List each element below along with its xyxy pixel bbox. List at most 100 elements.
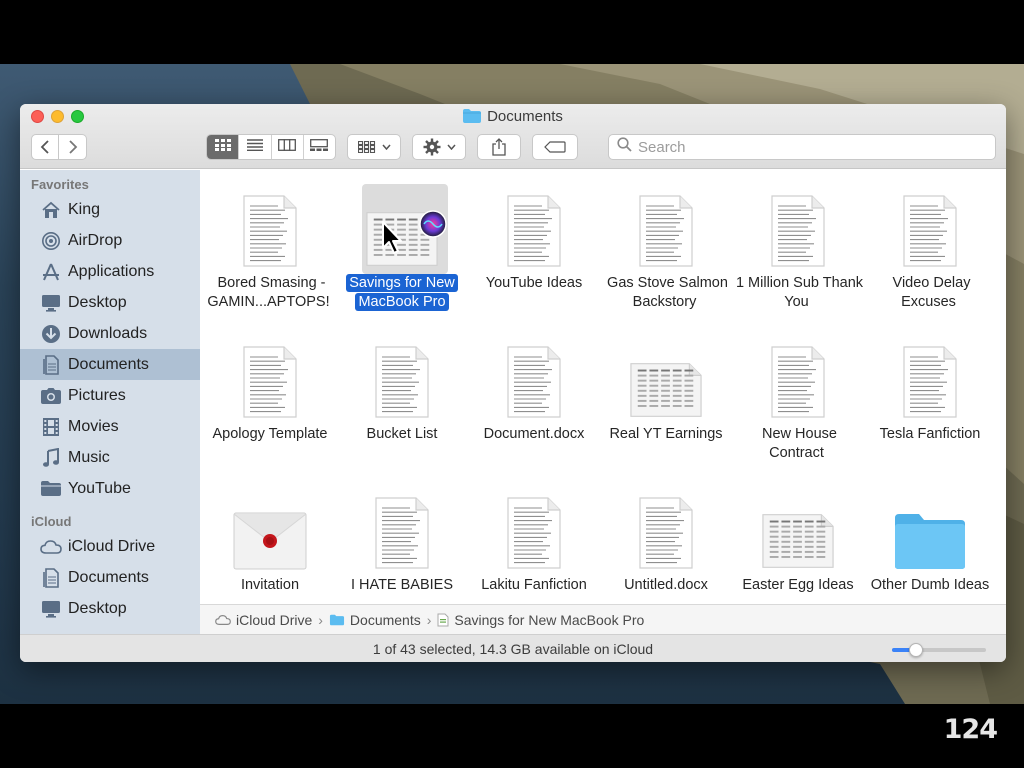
chevron-left-icon	[40, 140, 50, 154]
file-name: Easter Egg Ideas	[732, 576, 864, 595]
window-title: Documents	[20, 108, 1006, 125]
folder-item[interactable]: Other Dumb Ideas	[864, 482, 996, 622]
file-item[interactable]: Gas Stove Salmon Backstory	[600, 180, 732, 320]
home-icon	[40, 199, 62, 221]
path-crumb[interactable]: Savings for New MacBook Pro	[437, 612, 644, 628]
siri-badge-icon	[419, 210, 447, 238]
sidebar-item-label: Pictures	[68, 386, 126, 404]
file-item[interactable]: Untitled.docx	[600, 482, 732, 622]
sidebar-item-label: Desktop	[68, 599, 127, 617]
sidebar-item-desktop[interactable]: Desktop	[20, 593, 200, 624]
document-icon	[900, 188, 960, 268]
folder-icon	[463, 109, 482, 123]
file-item[interactable]: New House Contract	[732, 331, 864, 471]
search-input[interactable]	[638, 138, 978, 156]
gallery-view-button[interactable]	[304, 135, 335, 159]
sidebar-heading-icloud: iCloud	[31, 514, 72, 529]
file-name: Document.docx	[468, 425, 600, 444]
chevron-right-icon	[68, 140, 78, 154]
toolbar: Documents	[20, 104, 1006, 169]
file-name: Apology Template	[204, 425, 336, 444]
file-item[interactable]: Invitation	[204, 482, 336, 622]
file-name-text: Real YT Earnings	[609, 426, 723, 442]
file-item[interactable]: Video Delay Excuses	[864, 180, 996, 320]
sidebar-item-music[interactable]: Music	[20, 442, 200, 473]
gear-icon	[423, 138, 441, 156]
icon-size-slider[interactable]	[892, 643, 986, 657]
sidebar-item-icloud-drive[interactable]: iCloud Drive	[20, 531, 200, 562]
file-name: Other Dumb Ideas	[864, 576, 996, 595]
sidebar-item-label: King	[68, 200, 101, 218]
file-item[interactable]: Easter Egg Ideas	[732, 482, 864, 622]
spreadsheet-icon	[437, 613, 449, 627]
document-icon	[504, 490, 564, 570]
tags-button[interactable]	[532, 134, 578, 160]
icon-view-button[interactable]	[207, 135, 240, 159]
file-name: New House Contract	[732, 425, 864, 463]
file-item[interactable]: 1 Million Sub Thank You	[732, 180, 864, 320]
mouse-pointer-icon	[381, 220, 405, 261]
forward-button[interactable]	[59, 134, 87, 160]
file-item[interactable]: I HATE BABIES	[336, 482, 468, 622]
document-icon	[636, 490, 696, 570]
file-item[interactable]: Document.docx	[468, 331, 600, 471]
path-bar: iCloud Drive › Documents › Savings for New M…	[200, 604, 1006, 634]
document-icon	[900, 339, 960, 419]
cloud-icon	[215, 614, 231, 626]
file-item[interactable]: Lakitu Fanfiction	[468, 482, 600, 622]
group-by-button[interactable]	[347, 134, 401, 160]
desktop-icon	[40, 598, 62, 620]
sidebar-item-label: iCloud Drive	[68, 537, 156, 555]
sidebar-item-downloads[interactable]: Downloads	[20, 318, 200, 349]
airdrop-icon	[40, 230, 62, 252]
file-item[interactable]: YouTube Ideas	[468, 180, 600, 320]
sidebar-item-desktop[interactable]: Desktop	[20, 287, 200, 318]
music-note-icon	[40, 447, 62, 469]
file-item[interactable]: Bucket List	[336, 331, 468, 471]
path-crumb[interactable]: Documents	[329, 612, 421, 628]
file-name: Untitled.docx	[600, 576, 732, 595]
sidebar-item-documents[interactable]: Documents	[20, 562, 200, 593]
file-item[interactable]: Bored Smasing - GAMIN...APTOPS!	[204, 180, 336, 320]
file-name-text: Savings for New MacBook Pro	[346, 274, 458, 311]
sidebar-item-pictures[interactable]: Pictures	[20, 380, 200, 411]
sidebar-item-label: AirDrop	[68, 231, 123, 249]
status-text: 1 of 43 selected, 14.3 GB available on i…	[372, 641, 654, 657]
back-button[interactable]	[31, 134, 59, 160]
file-name: I HATE BABIES	[336, 576, 468, 595]
action-button[interactable]	[412, 134, 466, 160]
sidebar-item-label: Music	[68, 448, 110, 466]
file-name-text: Video Delay Excuses	[892, 275, 971, 310]
document-icon	[372, 339, 432, 419]
sidebar-item-king[interactable]: King	[20, 194, 200, 225]
file-name-text: Document.docx	[483, 426, 585, 442]
document-icon	[768, 339, 828, 419]
file-item[interactable]: Tesla Fanfiction	[864, 331, 996, 471]
sidebar-item-airdrop[interactable]: AirDrop	[20, 225, 200, 256]
file-name-text: Gas Stove Salmon Backstory	[607, 275, 728, 310]
file-name: 1 Million Sub Thank You	[732, 274, 864, 312]
share-button[interactable]	[477, 134, 521, 160]
finder-window: Documents Search Favorites King AirDrop …	[20, 104, 1006, 662]
sidebar-item-applications[interactable]: Applications	[20, 256, 200, 287]
list-view-button[interactable]	[239, 135, 272, 159]
envelope-icon	[233, 490, 307, 570]
sidebar-item-documents[interactable]: Documents	[20, 349, 200, 380]
folder-icon	[40, 478, 62, 500]
slider-knob[interactable]	[908, 643, 923, 657]
desktop-icon	[40, 292, 62, 314]
file-item[interactable]: Apology Template	[204, 331, 336, 471]
column-view-button[interactable]	[272, 135, 304, 159]
path-crumb[interactable]: iCloud Drive	[215, 612, 312, 628]
file-name-text: Other Dumb Ideas	[870, 577, 990, 593]
file-name-text: Apology Template	[212, 426, 328, 442]
file-name-text: Untitled.docx	[624, 577, 708, 593]
search-field[interactable]	[608, 134, 996, 160]
search-icon	[617, 137, 632, 157]
sidebar-item-movies[interactable]: Movies	[20, 411, 200, 442]
file-item[interactable]: Real YT Earnings	[600, 331, 732, 471]
sidebar-item-youtube[interactable]: YouTube	[20, 473, 200, 504]
document-icon	[240, 188, 300, 268]
list-view-icon	[246, 138, 263, 156]
file-name: Video Delay Excuses	[864, 274, 996, 312]
